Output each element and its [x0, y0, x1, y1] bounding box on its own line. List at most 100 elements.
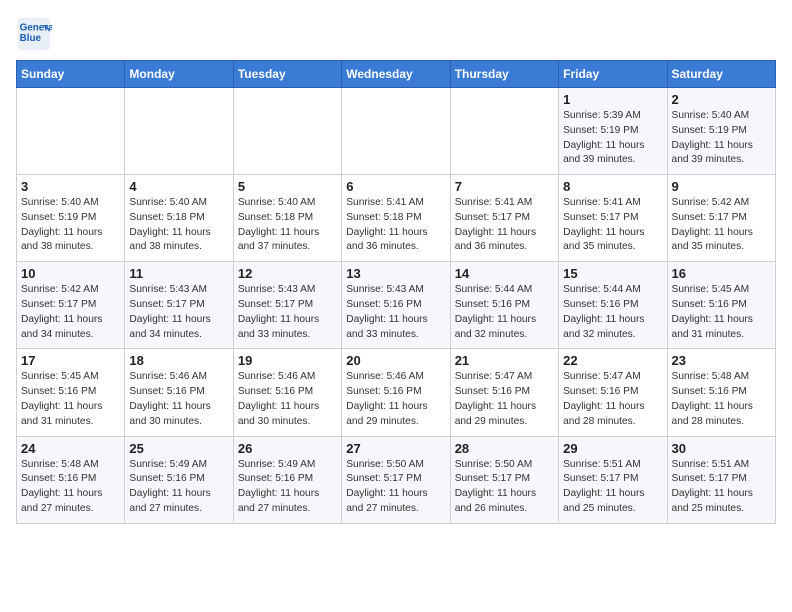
day-info: Sunrise: 5:50 AM Sunset: 5:17 PM Dayligh… [455, 458, 554, 517]
calendar-week-row: 17Sunrise: 5:45 AM Sunset: 5:16 PM Dayli… [17, 349, 776, 436]
day-info: Sunrise: 5:48 AM Sunset: 5:16 PM Dayligh… [21, 458, 120, 517]
calendar-cell: 9 Sunrise: 5:42 AM Sunset: 5:17 PM Daylig… [667, 175, 775, 262]
day-info: Sunrise: 5:42 AM Sunset: 5:17 PM Dayligh… [672, 196, 771, 255]
calendar-cell: 7 Sunrise: 5:41 AM Sunset: 5:17 PM Daylig… [450, 175, 558, 262]
calendar-cell: 2 Sunrise: 5:40 AM Sunset: 5:19 PM Daylig… [667, 88, 775, 175]
day-number: 23 [672, 353, 771, 368]
calendar-cell: 14Sunrise: 5:44 AM Sunset: 5:16 PM Dayli… [450, 262, 558, 349]
day-number: 5 [238, 179, 337, 194]
day-number: 29 [563, 441, 662, 456]
day-info: Sunrise: 5:42 AM Sunset: 5:17 PM Dayligh… [21, 283, 120, 342]
calendar-cell: 26 Sunrise: 5:49 AM Sunset: 5:16 PM Dayli… [233, 436, 341, 523]
day-info: Sunrise: 5:48 AM Sunset: 5:16 PM Dayligh… [672, 370, 771, 429]
calendar-cell: 10 Sunrise: 5:42 AM Sunset: 5:17 PM Dayli… [17, 262, 125, 349]
day-info: Sunrise: 5:41 AM Sunset: 5:17 PM Dayligh… [455, 196, 554, 255]
calendar-week-row: 24 Sunrise: 5:48 AM Sunset: 5:16 PM Dayli… [17, 436, 776, 523]
day-info: Sunrise: 5:46 AM Sunset: 5:16 PM Dayligh… [238, 370, 337, 429]
calendar-cell: 28 Sunrise: 5:50 AM Sunset: 5:17 PM Dayli… [450, 436, 558, 523]
calendar-cell: 30Sunrise: 5:51 AM Sunset: 5:17 PM Dayli… [667, 436, 775, 523]
day-number: 12 [238, 266, 337, 281]
calendar-cell [342, 88, 450, 175]
day-number: 9 [672, 179, 771, 194]
calendar-cell: 8 Sunrise: 5:41 AM Sunset: 5:17 PM Daylig… [559, 175, 667, 262]
calendar-cell: 6Sunrise: 5:41 AM Sunset: 5:18 PM Daylig… [342, 175, 450, 262]
day-of-week-header: Monday [125, 61, 233, 88]
day-number: 10 [21, 266, 120, 281]
day-number: 2 [672, 92, 771, 107]
calendar-cell [233, 88, 341, 175]
day-info: Sunrise: 5:41 AM Sunset: 5:18 PM Dayligh… [346, 196, 445, 255]
day-info: Sunrise: 5:40 AM Sunset: 5:19 PM Dayligh… [672, 109, 771, 168]
day-number: 24 [21, 441, 120, 456]
calendar-cell: 11 Sunrise: 5:43 AM Sunset: 5:17 PM Dayli… [125, 262, 233, 349]
calendar-cell: 12 Sunrise: 5:43 AM Sunset: 5:17 PM Dayli… [233, 262, 341, 349]
calendar-cell: 21 Sunrise: 5:47 AM Sunset: 5:16 PM Dayli… [450, 349, 558, 436]
calendar-cell: 1 Sunrise: 5:39 AM Sunset: 5:19 PM Daylig… [559, 88, 667, 175]
day-info: Sunrise: 5:43 AM Sunset: 5:16 PM Dayligh… [346, 283, 445, 342]
calendar-cell: 29 Sunrise: 5:51 AM Sunset: 5:17 PM Dayli… [559, 436, 667, 523]
calendar-cell: 15 Sunrise: 5:44 AM Sunset: 5:16 PM Dayli… [559, 262, 667, 349]
day-info: Sunrise: 5:39 AM Sunset: 5:19 PM Dayligh… [563, 109, 662, 168]
day-number: 28 [455, 441, 554, 456]
day-info: Sunrise: 5:47 AM Sunset: 5:16 PM Dayligh… [563, 370, 662, 429]
day-info: Sunrise: 5:49 AM Sunset: 5:16 PM Dayligh… [238, 458, 337, 517]
calendar-cell: 5Sunrise: 5:40 AM Sunset: 5:18 PM Daylig… [233, 175, 341, 262]
calendar-cell: 24 Sunrise: 5:48 AM Sunset: 5:16 PM Dayli… [17, 436, 125, 523]
calendar-header-row: SundayMondayTuesdayWednesdayThursdayFrid… [17, 61, 776, 88]
day-info: Sunrise: 5:45 AM Sunset: 5:16 PM Dayligh… [21, 370, 120, 429]
calendar-cell: 23 Sunrise: 5:48 AM Sunset: 5:16 PM Dayli… [667, 349, 775, 436]
day-of-week-header: Friday [559, 61, 667, 88]
calendar-cell: 13 Sunrise: 5:43 AM Sunset: 5:16 PM Dayli… [342, 262, 450, 349]
day-info: Sunrise: 5:47 AM Sunset: 5:16 PM Dayligh… [455, 370, 554, 429]
calendar-week-row: 10 Sunrise: 5:42 AM Sunset: 5:17 PM Dayli… [17, 262, 776, 349]
day-of-week-header: Sunday [17, 61, 125, 88]
day-info: Sunrise: 5:49 AM Sunset: 5:16 PM Dayligh… [129, 458, 228, 517]
day-number: 7 [455, 179, 554, 194]
calendar-cell: 20Sunrise: 5:46 AM Sunset: 5:16 PM Dayli… [342, 349, 450, 436]
day-number: 15 [563, 266, 662, 281]
day-of-week-header: Wednesday [342, 61, 450, 88]
day-number: 18 [129, 353, 228, 368]
day-number: 8 [563, 179, 662, 194]
calendar-cell [125, 88, 233, 175]
page-header: General Blue [16, 16, 776, 52]
day-number: 16 [672, 266, 771, 281]
calendar-table: SundayMondayTuesdayWednesdayThursdayFrid… [16, 60, 776, 524]
calendar-cell: 16 Sunrise: 5:45 AM Sunset: 5:16 PM Dayli… [667, 262, 775, 349]
day-number: 27 [346, 441, 445, 456]
calendar-cell: 19Sunrise: 5:46 AM Sunset: 5:16 PM Dayli… [233, 349, 341, 436]
day-number: 21 [455, 353, 554, 368]
day-info: Sunrise: 5:51 AM Sunset: 5:17 PM Dayligh… [563, 458, 662, 517]
day-of-week-header: Thursday [450, 61, 558, 88]
day-info: Sunrise: 5:51 AM Sunset: 5:17 PM Dayligh… [672, 458, 771, 517]
day-info: Sunrise: 5:43 AM Sunset: 5:17 PM Dayligh… [129, 283, 228, 342]
day-number: 1 [563, 92, 662, 107]
calendar-week-row: 3 Sunrise: 5:40 AM Sunset: 5:19 PM Daylig… [17, 175, 776, 262]
logo-icon: General Blue [16, 16, 52, 52]
day-info: Sunrise: 5:40 AM Sunset: 5:19 PM Dayligh… [21, 196, 120, 255]
day-info: Sunrise: 5:46 AM Sunset: 5:16 PM Dayligh… [129, 370, 228, 429]
day-number: 3 [21, 179, 120, 194]
calendar-cell: 3 Sunrise: 5:40 AM Sunset: 5:19 PM Daylig… [17, 175, 125, 262]
calendar-cell: 4 Sunrise: 5:40 AM Sunset: 5:18 PM Daylig… [125, 175, 233, 262]
day-number: 26 [238, 441, 337, 456]
day-info: Sunrise: 5:45 AM Sunset: 5:16 PM Dayligh… [672, 283, 771, 342]
calendar-cell [450, 88, 558, 175]
calendar-cell: 25 Sunrise: 5:49 AM Sunset: 5:16 PM Dayli… [125, 436, 233, 523]
day-info: Sunrise: 5:44 AM Sunset: 5:16 PM Dayligh… [455, 283, 554, 342]
day-number: 13 [346, 266, 445, 281]
calendar-week-row: 1 Sunrise: 5:39 AM Sunset: 5:19 PM Daylig… [17, 88, 776, 175]
day-of-week-header: Saturday [667, 61, 775, 88]
day-info: Sunrise: 5:41 AM Sunset: 5:17 PM Dayligh… [563, 196, 662, 255]
day-number: 4 [129, 179, 228, 194]
day-info: Sunrise: 5:46 AM Sunset: 5:16 PM Dayligh… [346, 370, 445, 429]
day-info: Sunrise: 5:44 AM Sunset: 5:16 PM Dayligh… [563, 283, 662, 342]
day-info: Sunrise: 5:50 AM Sunset: 5:17 PM Dayligh… [346, 458, 445, 517]
day-number: 11 [129, 266, 228, 281]
day-number: 25 [129, 441, 228, 456]
day-info: Sunrise: 5:40 AM Sunset: 5:18 PM Dayligh… [129, 196, 228, 255]
calendar-cell: 27 Sunrise: 5:50 AM Sunset: 5:17 PM Dayli… [342, 436, 450, 523]
day-of-week-header: Tuesday [233, 61, 341, 88]
day-info: Sunrise: 5:43 AM Sunset: 5:17 PM Dayligh… [238, 283, 337, 342]
calendar-cell: 22Sunrise: 5:47 AM Sunset: 5:16 PM Dayli… [559, 349, 667, 436]
